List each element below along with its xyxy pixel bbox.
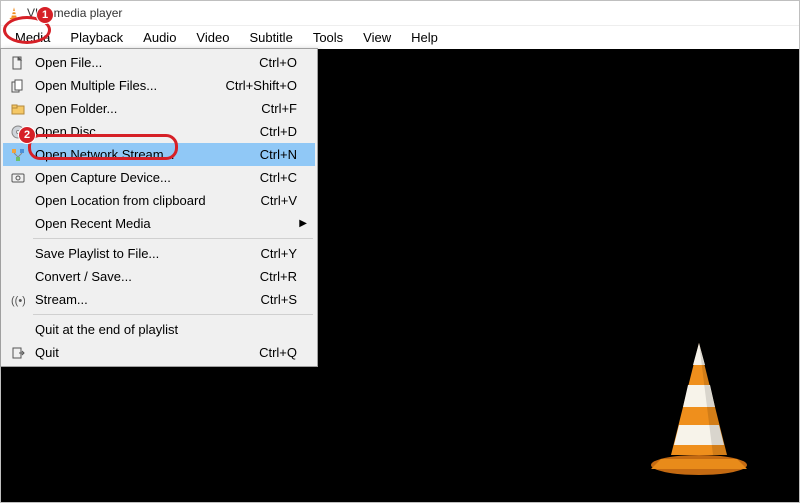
blank-icon	[7, 269, 29, 285]
menu-media[interactable]: Media	[5, 26, 60, 49]
vlc-cone-logo	[639, 337, 759, 477]
menuitem-quit-at-the-end-of-playlist[interactable]: Quit at the end of playlist	[3, 318, 315, 341]
menuitem-open-disc[interactable]: Open Disc...Ctrl+D	[3, 120, 315, 143]
menuitem-open-file[interactable]: Open File...Ctrl+O	[3, 51, 315, 74]
menuitem-open-folder[interactable]: Open Folder...Ctrl+F	[3, 97, 315, 120]
stream-icon: ((•))	[7, 292, 29, 308]
menuitem-label: Quit	[29, 345, 259, 360]
menuitem-convert-save[interactable]: Convert / Save...Ctrl+R	[3, 265, 315, 288]
blank-icon	[7, 193, 29, 209]
menu-separator	[33, 238, 313, 239]
menuitem-open-network-stream[interactable]: Open Network Stream...Ctrl+N	[3, 143, 315, 166]
menuitem-shortcut: Ctrl+F	[261, 101, 297, 116]
folder-icon	[7, 101, 29, 117]
menu-view[interactable]: View	[353, 26, 401, 49]
menuitem-open-recent-media[interactable]: Open Recent Media▶	[3, 212, 315, 235]
menu-tools[interactable]: Tools	[303, 26, 353, 49]
menuitem-label: Open Multiple Files...	[29, 78, 225, 93]
svg-text:((•)): ((•))	[11, 295, 25, 307]
vlc-cone-icon	[7, 6, 21, 20]
media-dropdown: Open File...Ctrl+OOpen Multiple Files...…	[0, 48, 318, 367]
menuitem-label: Open Network Stream...	[29, 147, 260, 162]
menuitem-save-playlist-to-file[interactable]: Save Playlist to File...Ctrl+Y	[3, 242, 315, 265]
blank-icon	[7, 246, 29, 262]
menuitem-label: Open Folder...	[29, 101, 261, 116]
menuitem-label: Save Playlist to File...	[29, 246, 261, 261]
menuitem-quit[interactable]: QuitCtrl+Q	[3, 341, 315, 364]
menu-separator	[33, 314, 313, 315]
menuitem-shortcut: Ctrl+Q	[259, 345, 297, 360]
menuitem-shortcut: Ctrl+C	[260, 170, 297, 185]
menuitem-label: Open Location from clipboard	[29, 193, 261, 208]
menuitem-shortcut: Ctrl+S	[261, 292, 297, 307]
network-icon	[7, 147, 29, 163]
file-icon	[7, 55, 29, 71]
menuitem-label: Quit at the end of playlist	[29, 322, 297, 337]
menuitem-shortcut: Ctrl+Y	[261, 246, 297, 261]
menuitem-shortcut: Ctrl+D	[260, 124, 297, 139]
submenu-arrow-icon: ▶	[297, 218, 307, 229]
title-text: VLC media player	[27, 6, 122, 20]
quit-icon	[7, 345, 29, 361]
menu-playback[interactable]: Playback	[60, 26, 133, 49]
menuitem-label: Open Recent Media	[29, 216, 297, 231]
menuitem-label: Stream...	[29, 292, 261, 307]
menuitem-shortcut: Ctrl+V	[261, 193, 297, 208]
menuitem-shortcut: Ctrl+N	[260, 147, 297, 162]
menuitem-shortcut: Ctrl+Shift+O	[225, 78, 297, 93]
menuitem-open-capture-device[interactable]: Open Capture Device...Ctrl+C	[3, 166, 315, 189]
menuitem-label: Open Disc...	[29, 124, 260, 139]
menuitem-open-multiple-files[interactable]: Open Multiple Files...Ctrl+Shift+O	[3, 74, 315, 97]
menuitem-label: Convert / Save...	[29, 269, 260, 284]
menuitem-label: Open File...	[29, 55, 259, 70]
blank-icon	[7, 322, 29, 338]
menubar: Media Playback Audio Video Subtitle Tool…	[1, 25, 799, 49]
menuitem-open-location-from-clipboard[interactable]: Open Location from clipboardCtrl+V	[3, 189, 315, 212]
disc-icon	[7, 124, 29, 140]
capture-icon	[7, 170, 29, 186]
menuitem-shortcut: Ctrl+R	[260, 269, 297, 284]
menu-subtitle[interactable]: Subtitle	[239, 26, 302, 49]
menu-help[interactable]: Help	[401, 26, 448, 49]
menu-audio[interactable]: Audio	[133, 26, 186, 49]
menu-video[interactable]: Video	[186, 26, 239, 49]
files-icon	[7, 78, 29, 94]
menuitem-stream[interactable]: ((•)) Stream...Ctrl+S	[3, 288, 315, 311]
titlebar: VLC media player	[1, 1, 799, 25]
menuitem-shortcut: Ctrl+O	[259, 55, 297, 70]
menuitem-label: Open Capture Device...	[29, 170, 260, 185]
blank-icon	[7, 216, 29, 232]
